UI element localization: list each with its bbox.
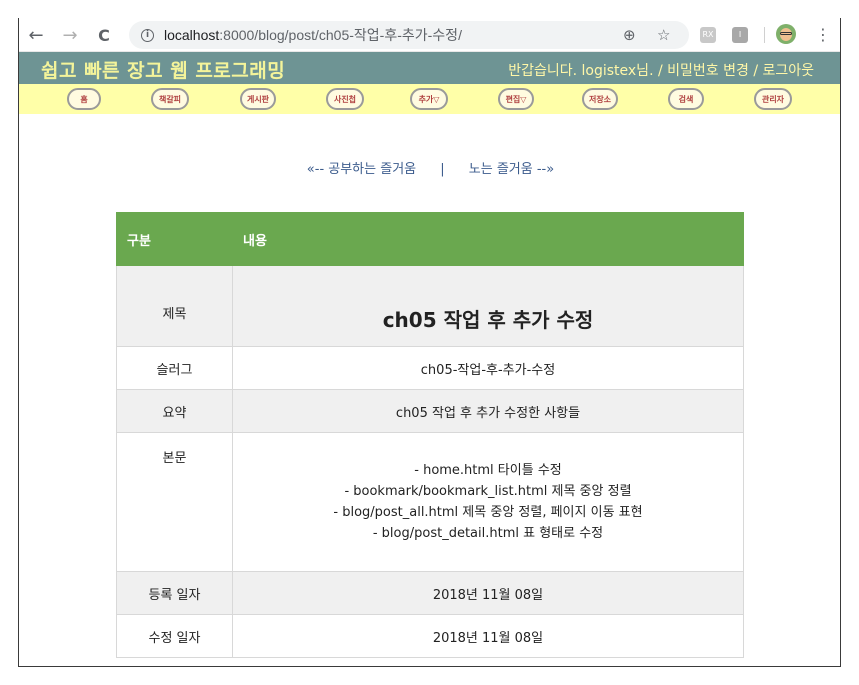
post-slug: ch05-작업-후-추가-수정	[232, 346, 744, 390]
extension-info-icon[interactable]: I	[732, 27, 748, 43]
menu-photo[interactable]: 사진첩	[326, 88, 364, 110]
reload-icon[interactable]: C	[93, 24, 115, 46]
back-icon[interactable]: ←	[25, 24, 47, 46]
pager-divider: |	[440, 162, 445, 177]
modified-date: 2018년 11월 08일	[232, 614, 744, 658]
header-category: 구분	[116, 212, 233, 266]
site-header: 쉽고 빠른 장고 웹 프로그래밍 반갑습니다. logistex님. / 비밀번…	[19, 52, 840, 84]
browser-menu-icon[interactable]: ⋮	[815, 25, 831, 44]
browser-window: ← → C i localhost:8000/blog/post/ch05-작업…	[18, 18, 841, 667]
created-label: 등록 일자	[116, 571, 233, 615]
body-line: - blog/post_all.html 제목 중앙 정렬, 페이지 이동 표현	[333, 505, 643, 520]
next-post-link[interactable]: 노는 즐거움 --»	[469, 162, 554, 177]
menu-home[interactable]: 홈	[67, 88, 101, 110]
body-label: 본문	[116, 432, 233, 572]
profile-avatar-icon[interactable]	[776, 24, 796, 44]
menu-storage[interactable]: 저장소	[582, 88, 618, 110]
header-content: 내용	[232, 212, 744, 266]
browser-toolbar: ← → C i localhost:8000/blog/post/ch05-작업…	[19, 18, 840, 52]
modified-label: 수정 일자	[116, 614, 233, 658]
menu-admin[interactable]: 관리자	[754, 88, 792, 110]
post-pager: «-- 공부하는 즐거움 | 노는 즐거움 --»	[19, 158, 840, 177]
menu-edit[interactable]: 편집▽	[498, 88, 534, 110]
forward-icon[interactable]: →	[59, 24, 81, 46]
site-title[interactable]: 쉽고 빠른 장고 웹 프로그래밍	[41, 56, 285, 83]
menu-bar: 홈 책갈피 게시판 사진첩 추가▽ 편집▽ 저장소 검색 관리자	[19, 84, 840, 114]
star-icon[interactable]: ☆	[657, 26, 670, 44]
info-icon[interactable]: i	[141, 28, 154, 42]
prev-post-link[interactable]: «-- 공부하는 즐거움	[307, 162, 416, 177]
table-row: 등록 일자 2018년 11월 08일	[116, 571, 744, 615]
user-greeting[interactable]: 반갑습니다. logistex님. / 비밀번호 변경 / 로그아웃	[508, 60, 814, 80]
table-row: 제목 ch05 작업 후 추가 수정	[116, 265, 744, 347]
body-line: - home.html 타이틀 수정	[414, 463, 562, 478]
table-row: 본문 - home.html 타이틀 수정 - bookmark/bookmar…	[116, 432, 744, 572]
post-title: ch05 작업 후 추가 수정	[232, 265, 744, 347]
summary-label: 요약	[116, 389, 233, 433]
title-label: 제목	[116, 265, 233, 347]
body-line: - bookmark/bookmark_list.html 제목 중앙 정렬	[344, 484, 632, 499]
menu-bookmark[interactable]: 책갈피	[151, 88, 189, 110]
menu-board[interactable]: 게시판	[240, 88, 276, 110]
url-path: :8000/blog/post/ch05-작업-후-추가-수정/	[219, 27, 462, 43]
post-body: - home.html 타이틀 수정 - bookmark/bookmark_l…	[232, 432, 744, 572]
table-row: 수정 일자 2018년 11월 08일	[116, 614, 744, 658]
menu-search[interactable]: 검색	[668, 88, 704, 110]
extension-rx-icon[interactable]: RX	[700, 27, 716, 43]
url-host: localhost	[164, 27, 220, 43]
url-text[interactable]: localhost:8000/blog/post/ch05-작업-후-추가-수정…	[164, 25, 462, 45]
table-row: 슬러그 ch05-작업-후-추가-수정	[116, 346, 744, 390]
menu-add[interactable]: 추가▽	[410, 88, 448, 110]
created-date: 2018년 11월 08일	[232, 571, 744, 615]
table-header-row: 구분 내용	[116, 212, 744, 266]
table-row: 요약 ch05 작업 후 추가 수정한 사항들	[116, 389, 744, 433]
post-summary: ch05 작업 후 추가 수정한 사항들	[232, 389, 744, 433]
zoom-icon[interactable]: ⊕	[623, 26, 636, 44]
post-detail-table: 구분 내용 제목 ch05 작업 후 추가 수정 슬러그 ch05-작업-후-추…	[116, 212, 744, 658]
address-bar[interactable]: i localhost:8000/blog/post/ch05-작업-후-추가-…	[129, 21, 689, 49]
body-line: - blog/post_detail.html 표 형태로 수정	[372, 526, 604, 541]
slug-label: 슬러그	[116, 346, 233, 390]
toolbar-divider	[764, 27, 765, 43]
